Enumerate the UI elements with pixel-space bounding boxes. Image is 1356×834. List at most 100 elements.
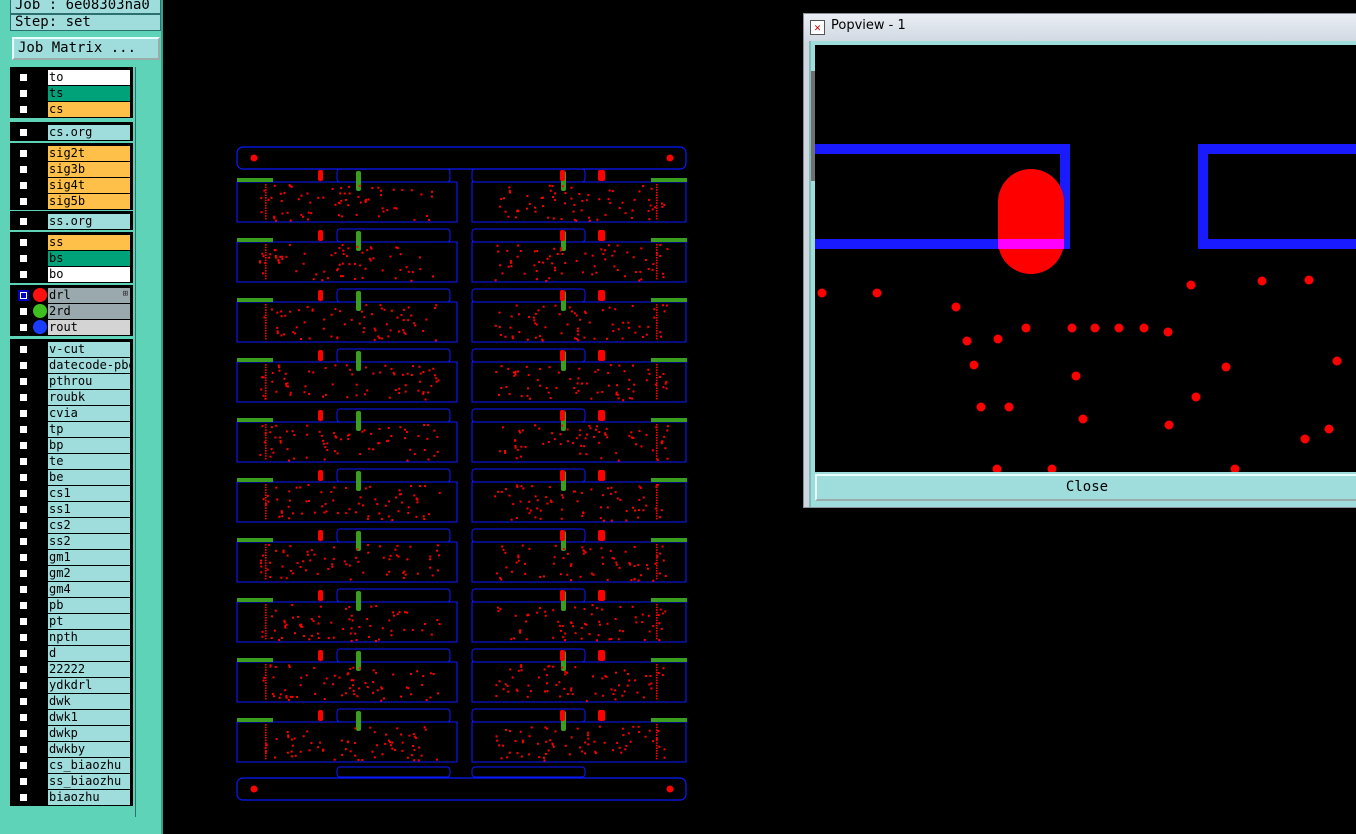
layer-row-sig2t[interactable]: sig2t [10, 145, 132, 161]
layer-row-gm1[interactable]: gm1 [10, 549, 132, 565]
panel-board-view[interactable] [232, 142, 692, 807]
layer-checkbox[interactable] [18, 237, 29, 248]
layer-row-bp[interactable]: bp [10, 437, 132, 453]
layer-row-2rd[interactable]: 2rd [10, 303, 132, 319]
layer-checkbox[interactable] [18, 472, 29, 483]
via-drill [579, 429, 582, 432]
layer-checkbox[interactable] [18, 584, 29, 595]
layer-row-22222[interactable]: 22222 [10, 661, 132, 677]
expand-icon[interactable]: ⊞ [123, 290, 128, 299]
via-drill [265, 382, 267, 384]
close-button[interactable]: Close [815, 474, 1356, 501]
layer-row-datecode-pbe[interactable]: datecode-pbe [10, 357, 132, 373]
layer-checkbox[interactable] [18, 648, 29, 659]
layer-checkbox[interactable] [18, 728, 29, 739]
layer-row-bs[interactable]: bs [10, 250, 132, 266]
layer-row-biaozhu[interactable]: biaozhu [10, 789, 132, 805]
layer-row-ss1[interactable]: ss1 [10, 501, 132, 517]
layer-row-cvia[interactable]: cvia [10, 405, 132, 421]
layer-checkbox[interactable] [18, 290, 29, 301]
layer-checkbox[interactable] [18, 552, 29, 563]
layer-row-ss_biaozhu[interactable]: ss_biaozhu [10, 773, 132, 789]
layer-row-drl[interactable]: drl ⊞ [10, 287, 132, 303]
layer-checkbox[interactable] [18, 376, 29, 387]
layer-row-te[interactable]: te [10, 453, 132, 469]
layer-row-rout[interactable]: rout [10, 319, 132, 335]
layer-checkbox[interactable] [18, 696, 29, 707]
layer-checkbox[interactable] [18, 408, 29, 419]
layer-checkbox[interactable] [18, 72, 29, 83]
layer-checkbox[interactable] [18, 536, 29, 547]
layer-checkbox[interactable] [18, 306, 29, 317]
layer-row-be[interactable]: be [10, 469, 132, 485]
layer-checkbox[interactable] [18, 776, 29, 787]
layer-checkbox[interactable] [18, 322, 29, 333]
layer-checkbox[interactable] [18, 148, 29, 159]
layer-row-ts[interactable]: ts [10, 85, 132, 101]
layer-checkbox[interactable] [18, 440, 29, 451]
popview-titlebar[interactable]: ✕ Popview - 1 [804, 14, 1356, 41]
layer-checkbox[interactable] [18, 88, 29, 99]
layer-row-bo[interactable]: bo [10, 266, 132, 282]
layer-row-gm2[interactable]: gm2 [10, 565, 132, 581]
layer-row-tp[interactable]: tp [10, 421, 132, 437]
layer-checkbox[interactable] [18, 504, 29, 515]
layer-checkbox[interactable] [18, 196, 29, 207]
layer-checkbox[interactable] [18, 269, 29, 280]
layer-row-ss.org[interactable]: ss.org [10, 213, 132, 229]
layer-row-pthrou[interactable]: pthrou [10, 373, 132, 389]
layer-name: bs [48, 251, 130, 266]
layer-row-to[interactable]: to [10, 69, 132, 85]
layer-row-dwkby[interactable]: dwkby [10, 741, 132, 757]
layer-row-npth[interactable]: npth [10, 629, 132, 645]
layer-row-roubk[interactable]: roubk [10, 389, 132, 405]
layer-row-ss[interactable]: ss [10, 234, 132, 250]
layer-checkbox[interactable] [18, 180, 29, 191]
layer-checkbox[interactable] [18, 632, 29, 643]
via-drill [342, 628, 345, 631]
layer-checkbox[interactable] [18, 792, 29, 803]
layer-row-cs2[interactable]: cs2 [10, 517, 132, 533]
layer-checkbox[interactable] [18, 568, 29, 579]
layer-checkbox[interactable] [18, 164, 29, 175]
layer-checkbox[interactable] [18, 712, 29, 723]
layer-checkbox[interactable] [18, 600, 29, 611]
layer-list-scrollbar[interactable] [135, 67, 161, 817]
layer-row-pb[interactable]: pb [10, 597, 132, 613]
popview-zoom-view[interactable] [815, 45, 1356, 472]
layer-checkbox[interactable] [18, 127, 29, 138]
layer-row-v-cut[interactable]: v-cut [10, 341, 132, 357]
layer-row-dwk1[interactable]: dwk1 [10, 709, 132, 725]
layer-row-cs.org[interactable]: cs.org [10, 124, 132, 140]
layer-checkbox[interactable] [18, 216, 29, 227]
layer-checkbox[interactable] [18, 488, 29, 499]
layer-row-sig3b[interactable]: sig3b [10, 161, 132, 177]
layer-checkbox[interactable] [18, 456, 29, 467]
layer-row-dwk[interactable]: dwk [10, 693, 132, 709]
layer-checkbox[interactable] [18, 360, 29, 371]
layer-row-sig5b[interactable]: sig5b [10, 193, 132, 209]
layer-checkbox[interactable] [18, 680, 29, 691]
layer-checkbox[interactable] [18, 424, 29, 435]
via-drill [570, 563, 573, 566]
layer-row-ss2[interactable]: ss2 [10, 533, 132, 549]
layer-checkbox[interactable] [18, 392, 29, 403]
layer-checkbox[interactable] [18, 744, 29, 755]
layer-row-pt[interactable]: pt [10, 613, 132, 629]
layer-row-ydkdrl[interactable]: ydkdrl [10, 677, 132, 693]
layer-row-cs[interactable]: cs [10, 101, 132, 117]
layer-checkbox[interactable] [18, 253, 29, 264]
layer-row-gm4[interactable]: gm4 [10, 581, 132, 597]
layer-row-dwkp[interactable]: dwkp [10, 725, 132, 741]
layer-row-cs_biaozhu[interactable]: cs_biaozhu [10, 757, 132, 773]
layer-row-d[interactable]: d [10, 645, 132, 661]
layer-checkbox[interactable] [18, 104, 29, 115]
job-matrix-button[interactable]: Job Matrix ... [12, 37, 160, 60]
layer-checkbox[interactable] [18, 520, 29, 531]
layer-row-cs1[interactable]: cs1 [10, 485, 132, 501]
layer-checkbox[interactable] [18, 344, 29, 355]
layer-row-sig4t[interactable]: sig4t [10, 177, 132, 193]
layer-checkbox[interactable] [18, 760, 29, 771]
layer-checkbox[interactable] [18, 664, 29, 675]
layer-checkbox[interactable] [18, 616, 29, 627]
